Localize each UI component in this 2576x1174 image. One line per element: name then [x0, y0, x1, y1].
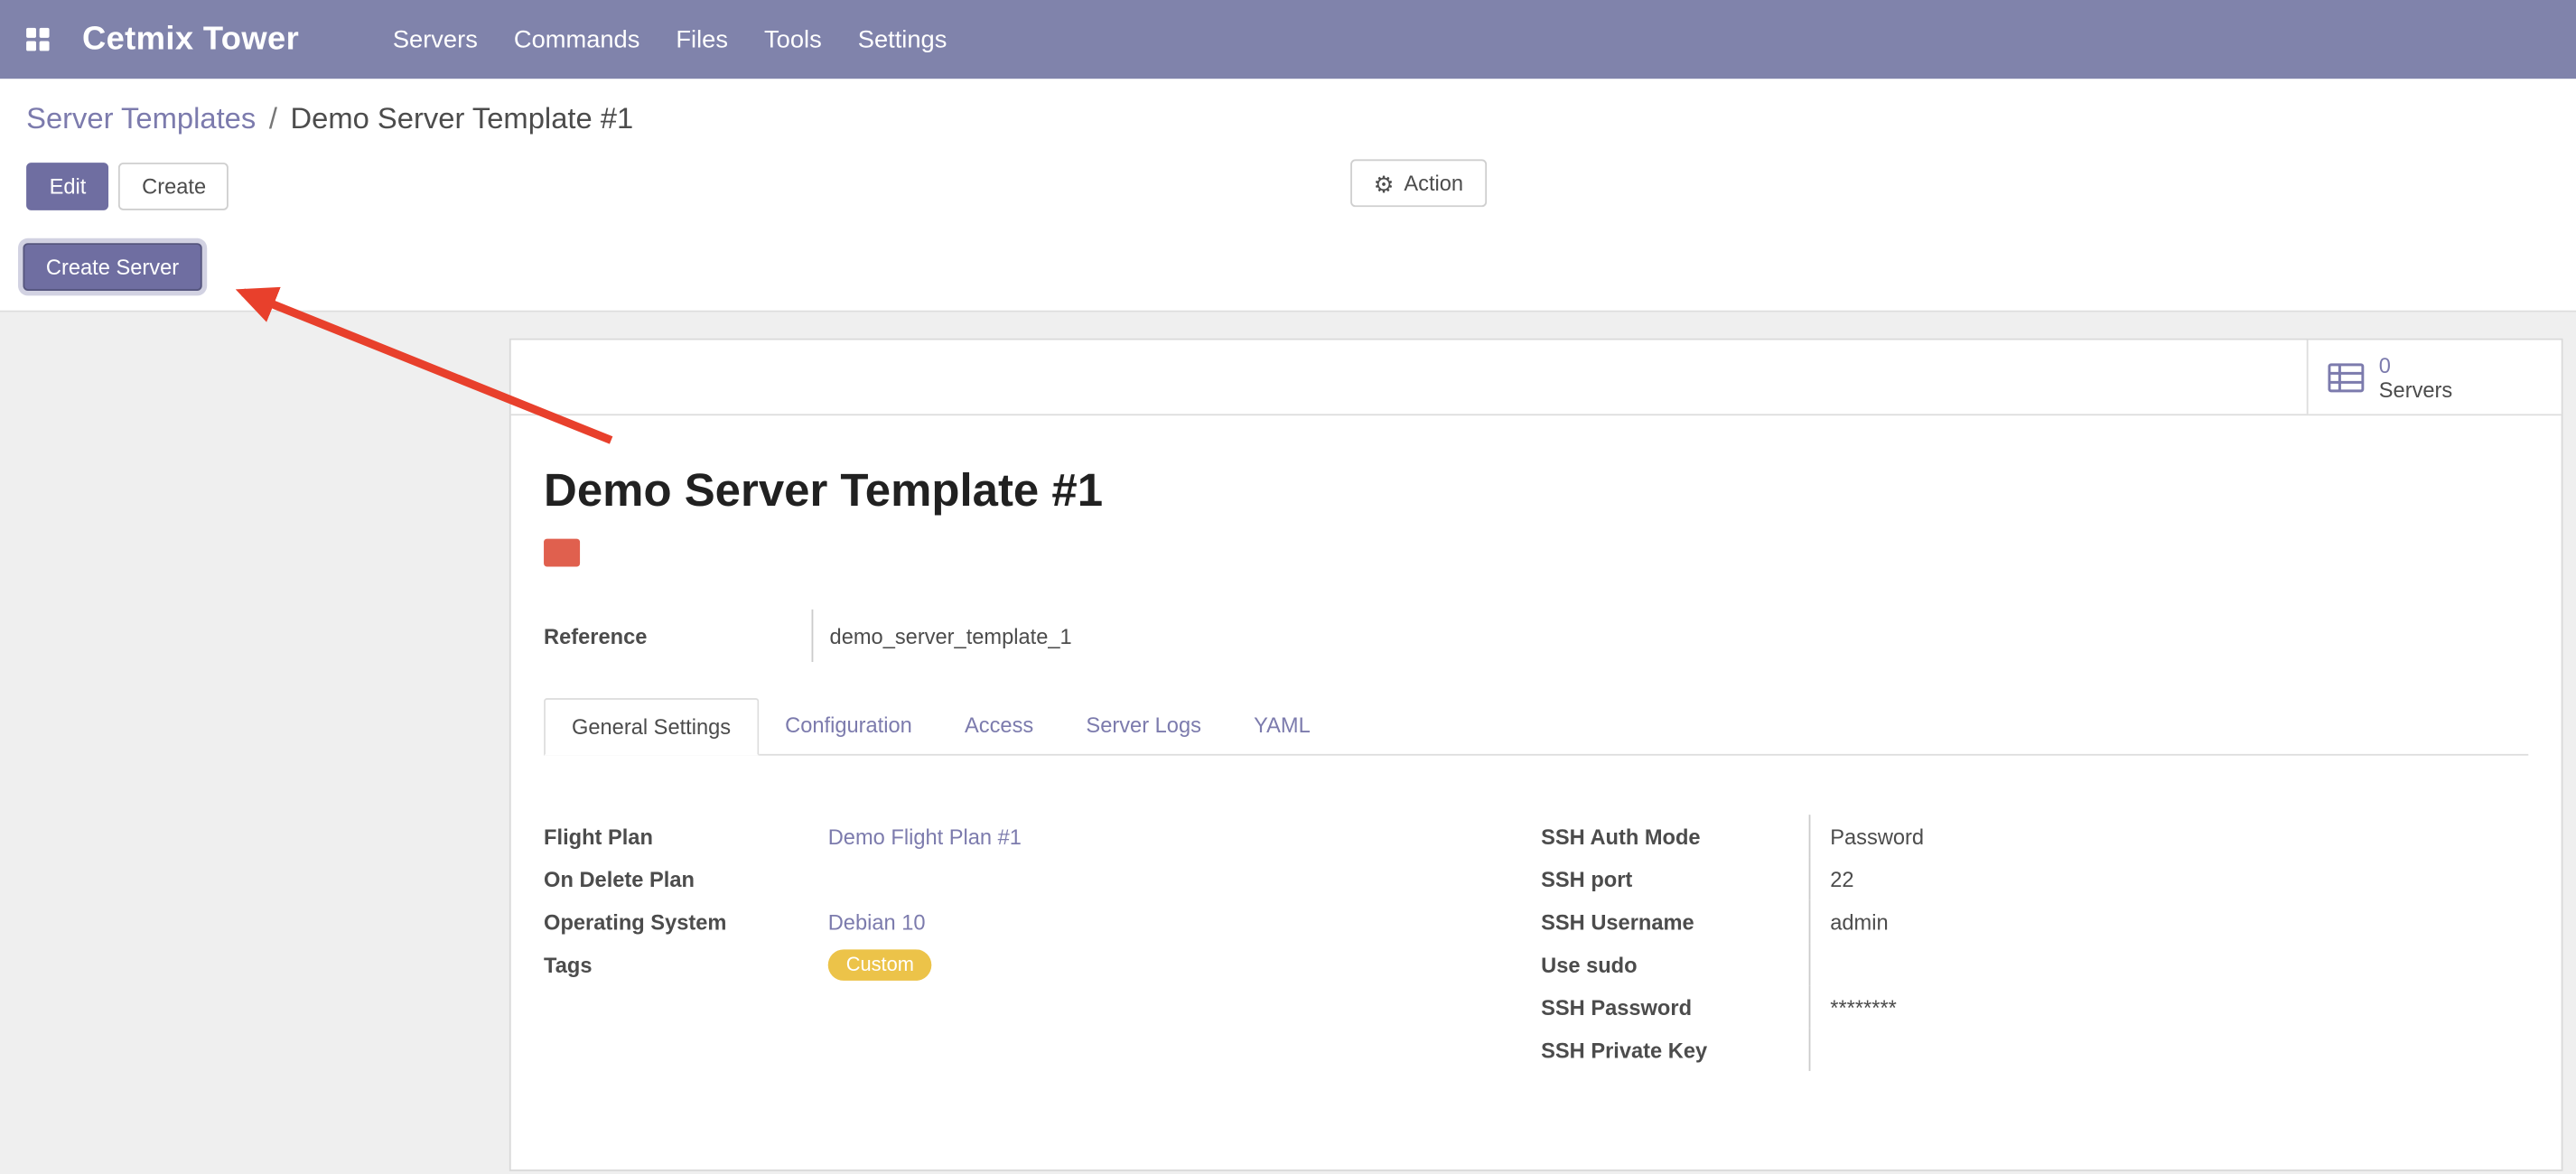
servers-stat-button[interactable]: 0 Servers [2307, 340, 2562, 415]
breadcrumb-separator: / [269, 102, 277, 136]
field-row-ssh-private-key: SSH Private Key [1541, 1029, 2528, 1071]
field-label: Operating System [544, 909, 828, 934]
field-value: 22 [1809, 857, 2170, 899]
field-group-right: SSH Auth Mode Password SSH port 22 SSH U… [1541, 815, 2528, 1071]
tab-yaml[interactable]: YAML [1227, 698, 1337, 756]
field-group-left: Flight Plan Demo Flight Plan #1 On Delet… [544, 815, 1541, 1071]
record-title: Demo Server Template #1 [544, 465, 2528, 517]
menu-item-commands[interactable]: Commands [496, 0, 658, 79]
field-row-tags: Tags Custom [544, 943, 1541, 985]
field-label: SSH Private Key [1541, 1038, 1808, 1062]
servers-count: 0 [2379, 352, 2452, 377]
edit-button[interactable]: Edit [26, 163, 109, 210]
field-value: admin [1809, 900, 2170, 943]
tab-general-settings[interactable]: General Settings [544, 698, 759, 756]
stat-button-bar: 0 Servers [511, 340, 2562, 416]
field-label: Flight Plan [544, 824, 828, 848]
operating-system-link[interactable]: Debian 10 [828, 909, 926, 934]
main-menu: Servers Commands Files Tools Settings [375, 0, 966, 79]
reference-value: demo_server_template_1 [812, 610, 1072, 662]
sheet-body: Demo Server Template #1 Reference demo_s… [511, 465, 2562, 1071]
content-area: 0 Servers Demo Server Template #1 Refere… [0, 312, 2576, 1174]
menu-item-settings[interactable]: Settings [840, 0, 966, 79]
tab-access[interactable]: Access [938, 698, 1059, 756]
flight-plan-link[interactable]: Demo Flight Plan #1 [828, 824, 1022, 848]
breadcrumb-parent-link[interactable]: Server Templates [26, 102, 256, 136]
field-value-empty [1809, 1029, 2170, 1071]
top-navbar: Cetmix Tower Servers Commands Files Tool… [0, 0, 2576, 79]
menu-item-files[interactable]: Files [658, 0, 746, 79]
field-label: SSH Password [1541, 994, 1808, 1019]
color-swatch [544, 539, 580, 567]
field-row-operating-system: Operating System Debian 10 [544, 900, 1541, 943]
notebook-tabs: General Settings Configuration Access Se… [544, 698, 2528, 756]
field-label: Use sudo [1541, 952, 1808, 976]
field-row-ssh-password: SSH Password ******** [1541, 985, 2528, 1028]
brand-title[interactable]: Cetmix Tower [82, 21, 299, 59]
field-value-empty [1809, 943, 2170, 985]
field-groups: Flight Plan Demo Flight Plan #1 On Delet… [544, 815, 2528, 1071]
tag-badge: Custom [828, 948, 932, 980]
apps-grid-icon[interactable] [26, 28, 49, 51]
page: Cetmix Tower Servers Commands Files Tool… [0, 0, 2576, 1174]
field-row-use-sudo: Use sudo [1541, 943, 2528, 985]
field-label: SSH port [1541, 866, 1808, 890]
breadcrumb-current: Demo Server Template #1 [290, 102, 633, 136]
field-label: SSH Username [1541, 909, 1808, 934]
menu-item-tools[interactable]: Tools [746, 0, 840, 79]
servers-stat-text: 0 Servers [2379, 352, 2452, 402]
field-value: ******** [1809, 985, 2170, 1028]
record-toolbar: Edit Create ⚙ Action [0, 146, 2576, 230]
field-value: Password [1809, 815, 2170, 857]
field-row-ssh-port: SSH port 22 [1541, 857, 2528, 899]
create-server-button[interactable]: Create Server [23, 243, 201, 291]
action-button[interactable]: ⚙ Action [1350, 159, 1486, 207]
field-label: SSH Auth Mode [1541, 824, 1808, 848]
tab-server-logs[interactable]: Server Logs [1059, 698, 1227, 756]
field-row-ssh-username: SSH Username admin [1541, 900, 2528, 943]
field-row-ssh-auth-mode: SSH Auth Mode Password [1541, 815, 2528, 857]
servers-table-icon [2328, 362, 2364, 392]
breadcrumb: Server Templates / Demo Server Template … [0, 79, 2576, 146]
header-buttons-strip: Create Server [0, 230, 2576, 312]
form-sheet: 0 Servers Demo Server Template #1 Refere… [509, 339, 2563, 1171]
field-row-on-delete-plan: On Delete Plan [544, 857, 1541, 899]
tab-configuration[interactable]: Configuration [759, 698, 938, 756]
action-button-label: Action [1404, 171, 1463, 195]
field-row-flight-plan: Flight Plan Demo Flight Plan #1 [544, 815, 1541, 857]
reference-label: Reference [544, 623, 811, 648]
create-button[interactable]: Create [119, 163, 229, 210]
field-label: On Delete Plan [544, 866, 828, 890]
field-label: Tags [544, 952, 828, 976]
gear-icon: ⚙ [1374, 172, 1395, 194]
servers-label: Servers [2379, 377, 2452, 401]
reference-row: Reference demo_server_template_1 [544, 610, 2528, 662]
menu-item-servers[interactable]: Servers [375, 0, 496, 79]
